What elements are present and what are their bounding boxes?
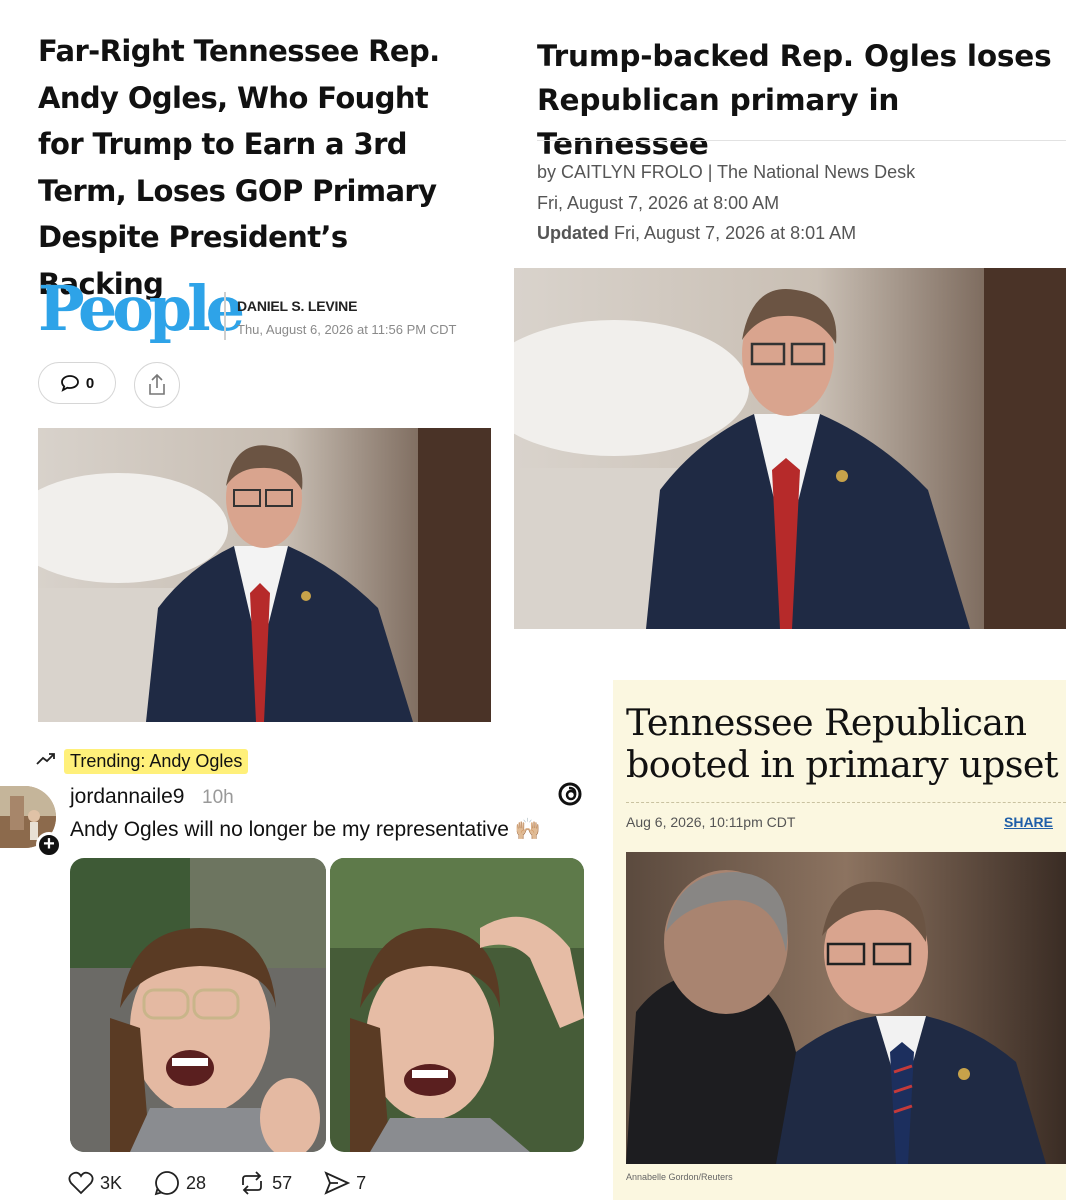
comment-icon — [60, 375, 79, 392]
updated-value: Fri, August 7, 2026 at 8:01 AM — [614, 223, 857, 243]
article-photo-people — [38, 428, 491, 722]
post-text: Andy Ogles will no longer be my represen… — [70, 818, 541, 841]
updated-date: Updated Fri, August 7, 2026 at 8:01 AM — [537, 223, 856, 244]
divider — [224, 292, 226, 340]
follow-button[interactable]: + — [36, 832, 62, 858]
reply-icon — [154, 1171, 179, 1196]
author-name[interactable]: DANIEL S. LEVINE — [237, 298, 357, 314]
trending-icon — [36, 752, 56, 771]
like-button[interactable]: 3K — [68, 1171, 122, 1195]
comment-button[interactable]: 0 — [38, 362, 116, 404]
post-image-2[interactable] — [330, 858, 584, 1152]
send-count: 7 — [356, 1172, 367, 1193]
publish-date: Thu, August 6, 2026 at 11:56 PM CDT — [237, 322, 457, 337]
send-icon — [324, 1171, 351, 1195]
comment-count: 0 — [85, 374, 95, 392]
send-button[interactable]: 7 — [324, 1171, 366, 1195]
byline: by CAITLYN FROLO | The National News Des… — [537, 162, 916, 182]
photo-credit: Annabelle Gordon/Reuters — [626, 1172, 733, 1182]
publish-date: Fri, August 7, 2026 at 8:00 AM — [537, 193, 780, 213]
share-link[interactable]: SHARE — [1004, 814, 1053, 830]
people-logo: People — [38, 272, 245, 345]
trending-topic-link[interactable]: Trending: Andy Ogles — [64, 749, 249, 774]
nnd-headline: Trump-backed Rep. Ogles loses Republican… — [537, 39, 1052, 161]
post-image-1[interactable] — [70, 858, 326, 1152]
economist-headline: Tennessee Republican booted in primary u… — [626, 701, 1059, 786]
username-link[interactable]: jordannaile9 — [70, 785, 184, 809]
reply-count: 28 — [186, 1172, 207, 1193]
repost-button[interactable]: 57 — [238, 1171, 292, 1195]
post-time: 10h — [202, 787, 234, 808]
article-photo-economist — [626, 852, 1066, 1164]
heart-icon — [68, 1171, 94, 1195]
publish-date: Aug 6, 2026, 10:11pm CDT — [626, 814, 796, 830]
share-icon — [149, 373, 165, 395]
people-headline: Far-Right Tennessee Rep. Andy Ogles, Who… — [38, 34, 440, 301]
article-photo-nnd — [514, 268, 1066, 629]
share-button[interactable] — [134, 362, 180, 408]
like-count: 3K — [100, 1172, 123, 1193]
divider — [626, 802, 1066, 803]
threads-logo-icon — [556, 780, 584, 815]
divider — [537, 140, 1066, 141]
post-actions: 3K 28 57 7 — [68, 1170, 398, 1196]
reply-button[interactable]: 28 — [154, 1170, 206, 1196]
updated-label: Updated — [537, 223, 609, 243]
repost-icon — [242, 1171, 262, 1195]
repost-count: 57 — [272, 1172, 293, 1193]
